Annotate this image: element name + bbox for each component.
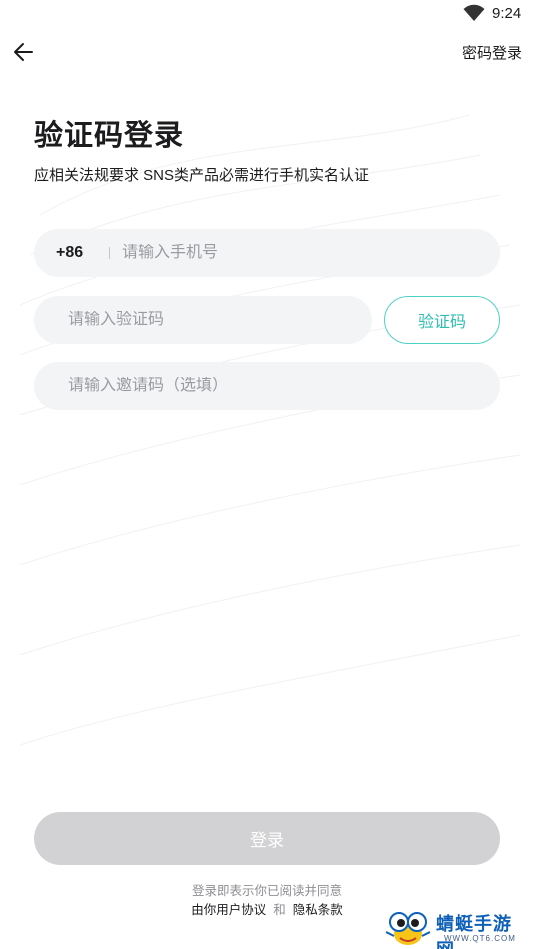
code-field[interactable] [34, 296, 372, 344]
country-code-selector[interactable]: +86 [56, 244, 106, 262]
user-agreement-link[interactable]: 由你用户协议 [191, 903, 266, 917]
phone-field[interactable]: +86 [34, 229, 500, 277]
page-subtitle: 应相关法规要求 SNS类产品必需进行手机实名认证 [34, 167, 370, 184]
invite-code-input[interactable] [68, 377, 500, 395]
verification-code-input[interactable] [68, 311, 372, 329]
arrow-left-icon[interactable] [10, 38, 38, 66]
status-bar: 9:24 [0, 0, 534, 30]
watermark-logo: 蜻蜓手游网 WWW.QT6.COM [384, 906, 530, 949]
divider [109, 247, 110, 259]
privacy-policy-link[interactable]: 隐私条款 [293, 903, 343, 917]
get-code-button[interactable]: 验证码 [384, 296, 500, 344]
agreement-prefix: 登录即表示你已阅读并同意 [191, 884, 342, 898]
watermark-url: WWW.QT6.COM [444, 934, 516, 943]
dragonfly-mascot-icon [385, 912, 431, 945]
wifi-icon [463, 4, 485, 21]
login-button[interactable]: 登录 [34, 812, 500, 865]
invite-field[interactable] [34, 362, 500, 410]
password-login-link[interactable]: 密码登录 [462, 42, 522, 63]
page-title: 验证码登录 [34, 120, 185, 152]
status-time: 9:24 [492, 5, 522, 22]
agreement-and: 和 [273, 903, 286, 917]
watermark-brand: 蜻蜓手游网 [436, 914, 512, 949]
phone-input[interactable] [122, 244, 500, 262]
